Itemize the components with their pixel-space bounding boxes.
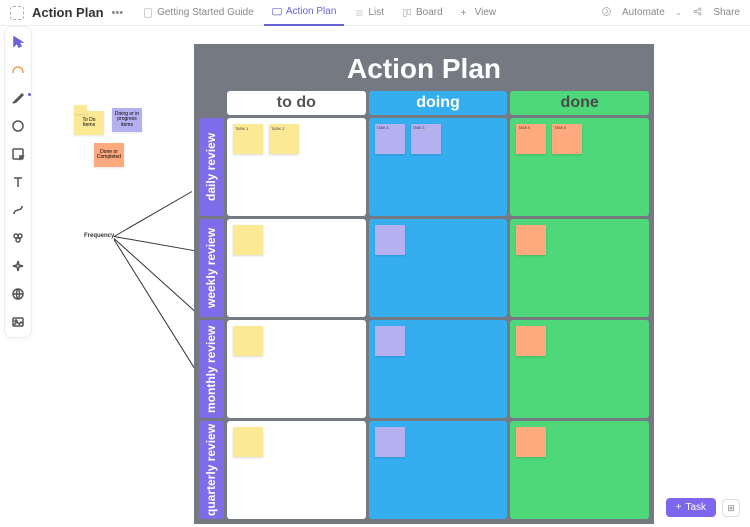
shape-tool[interactable] [9,117,27,135]
column-header-doing: doing [369,91,508,115]
legend-todo-note[interactable]: To Do Items [74,111,104,135]
share-icon [692,6,703,20]
sticky-note[interactable]: TASK 4 [375,124,405,154]
cell-daily-done[interactable]: TASK 5 TASK 6 [510,118,649,216]
web-tool[interactable] [9,285,27,303]
tab-getting-started[interactable]: Getting Started Guide [135,0,262,26]
board-grid: to do doing done daily review TASK 1 TAS… [199,91,649,519]
connector-line [114,239,200,375]
tab-list[interactable]: List [346,0,392,26]
cell-quarterly-doing[interactable] [369,421,508,519]
automate-button[interactable]: Automate [622,7,665,18]
tab-label: List [368,7,384,18]
tab-label: Getting Started Guide [157,7,254,18]
topbar: Action Plan ••• Getting Started Guide Ac… [0,0,750,26]
tab-action-plan[interactable]: Action Plan [264,0,345,26]
text-tool[interactable] [9,173,27,191]
connector-line [114,191,192,237]
sticky-note[interactable] [375,427,405,457]
view-tabs: Getting Started Guide Action Plan List B… [135,0,504,26]
row-header-weekly: weekly review [199,219,224,317]
doc-tab-icon [143,8,153,18]
board-tab-icon [402,8,412,18]
cell-weekly-todo[interactable] [227,219,366,317]
hand-tool[interactable] [9,61,27,79]
ai-tool[interactable] [9,257,27,275]
cell-weekly-doing[interactable] [369,219,508,317]
stamp-tool[interactable] [9,229,27,247]
doc-icon [10,6,24,20]
list-tab-icon [354,8,364,18]
cell-monthly-done[interactable] [510,320,649,418]
task-btn-label: Task [685,502,706,513]
connector-tool[interactable] [9,201,27,219]
column-header-done: done [510,91,649,115]
sticky-note[interactable]: TASK 5 [516,124,546,154]
pen-tool[interactable] [9,89,27,107]
grid-corner [199,91,224,115]
tab-add-view[interactable]: + View [453,0,505,26]
whiteboard-tab-icon [272,7,282,17]
tab-label: Board [416,7,443,18]
whiteboard-canvas[interactable]: To Do Items Doing or in progress items D… [34,26,750,527]
sticky-note[interactable] [233,326,263,356]
doc-title: Action Plan [32,5,104,20]
legend-doing-note[interactable]: Doing or in progress items [112,108,142,132]
sticky-note[interactable]: TASK 3 [411,124,441,154]
plus-icon: + [461,8,471,18]
doc-more-icon[interactable]: ••• [112,7,124,19]
sticky-note[interactable] [516,225,546,255]
legend-done-note[interactable]: Done or Completed [94,143,124,167]
legend-header-note[interactable] [74,105,87,114]
sticky-note[interactable] [516,326,546,356]
sticky-note[interactable] [233,427,263,457]
cell-quarterly-done[interactable] [510,421,649,519]
column-header-todo: to do [227,91,366,115]
sticky-tool[interactable] [9,145,27,163]
sticky-note[interactable]: TASK 6 [552,124,582,154]
left-toolbar [4,26,32,338]
frequency-label[interactable]: Frequency [84,233,114,239]
grid-toggle[interactable]: ⊞ [722,499,740,517]
sticky-note[interactable]: TASK 1 [233,124,263,154]
sticky-note[interactable]: TASK 2 [269,124,299,154]
sticky-note[interactable] [375,225,405,255]
topbar-right: Automate ⌄ Share [601,6,740,20]
sticky-note[interactable] [516,427,546,457]
sticky-note[interactable] [233,225,263,255]
share-button[interactable]: Share [713,7,740,18]
add-task-button[interactable]: + Task [666,498,716,517]
cell-quarterly-todo[interactable] [227,421,366,519]
cell-daily-doing[interactable]: TASK 4 TASK 3 [369,118,508,216]
automate-icon [601,6,612,20]
image-tool[interactable] [9,313,27,331]
sticky-note[interactable] [375,326,405,356]
cell-weekly-done[interactable] [510,219,649,317]
row-header-monthly: monthly review [199,320,224,418]
tab-label: Action Plan [286,6,337,17]
row-header-quarterly: quarterly review [199,421,224,519]
cell-monthly-doing[interactable] [369,320,508,418]
action-plan-board[interactable]: Action Plan to do doing done daily revie… [194,44,654,524]
board-title: Action Plan [199,49,649,91]
cell-monthly-todo[interactable] [227,320,366,418]
select-tool[interactable] [9,33,27,51]
chevron-down-icon[interactable]: ⌄ [675,7,683,18]
tab-board[interactable]: Board [394,0,451,26]
row-header-daily: daily review [199,118,224,216]
tab-label: View [475,7,497,18]
cell-daily-todo[interactable]: TASK 1 TASK 2 [227,118,366,216]
plus-icon: + [676,502,682,513]
